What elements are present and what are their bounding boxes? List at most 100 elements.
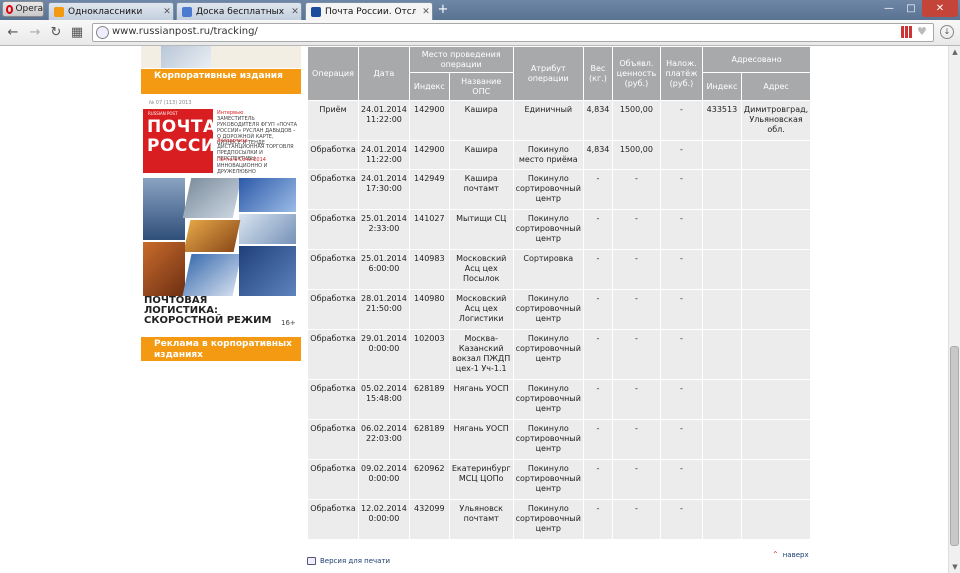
tab-odnoklassniki[interactable]: Одноклассники ✕ xyxy=(48,2,174,20)
cell-weight: 4,834 xyxy=(582,140,613,170)
cell-addr-index xyxy=(701,459,742,500)
page-content: Корпоративные издания № 07 (113) 2013 RU… xyxy=(0,46,948,573)
address-bar[interactable]: www.russianpost.ru/tracking/ ♥ xyxy=(92,23,934,42)
cell-date: 06.02.2014 22:03:00 xyxy=(358,419,410,460)
cell-attribute: Сортировка xyxy=(512,249,584,290)
cell-operation: Обработка xyxy=(307,329,359,380)
cell-address xyxy=(740,249,812,290)
scrollbar-thumb[interactable] xyxy=(950,346,959,546)
sidebar-top-banner xyxy=(141,46,301,68)
cell-operation: Обработка xyxy=(307,499,359,540)
russianpost-favicon-icon xyxy=(311,6,321,17)
cell-attribute: Покинуло сортировочный центр xyxy=(512,379,584,420)
header-date: Дата xyxy=(358,46,410,101)
cell-date: 05.02.2014 15:48:00 xyxy=(358,379,410,420)
forward-icon[interactable]: → xyxy=(26,24,44,42)
back-icon[interactable]: ← xyxy=(4,24,22,42)
cell-weight: - xyxy=(582,499,613,540)
scroll-down-icon[interactable]: ▼ xyxy=(949,561,960,573)
cell-address xyxy=(740,289,812,330)
cell-cod: - xyxy=(659,209,703,250)
cell-operation: Обработка xyxy=(307,289,359,330)
cell-address xyxy=(740,140,812,170)
cell-weight: - xyxy=(582,329,613,380)
magazine-logo-block: RUSSIAN POST ПОЧТА РОССИИ xyxy=(143,109,230,173)
cell-declared-value: - xyxy=(611,169,661,210)
tab-close-icon[interactable]: ✕ xyxy=(289,7,301,17)
tracking-table: Операция Дата Место проведения операции … xyxy=(307,46,812,540)
cell-cod: - xyxy=(659,169,703,210)
window-close-icon[interactable]: ✕ xyxy=(922,0,958,17)
cell-index: 102003 xyxy=(408,329,450,380)
sidebar: Корпоративные издания № 07 (113) 2013 RU… xyxy=(141,46,301,376)
tab-russianpost[interactable]: Почта России. Отслежива ✕ xyxy=(305,2,433,20)
table-row: Обработка 12.02.2014 0:00:00 432099 Ульянов… xyxy=(307,499,812,540)
table-row: Обработка 24.01.2014 17:30:00 142949 Кашира… xyxy=(307,169,812,210)
reload-icon[interactable]: ↻ xyxy=(47,24,65,42)
cell-declared-value: - xyxy=(611,329,661,380)
back-to-top-link[interactable]: ⌃ наверх xyxy=(772,550,809,559)
cell-cod: - xyxy=(659,419,703,460)
tab-close-icon[interactable]: ✕ xyxy=(161,7,173,17)
corporate-ads-link[interactable]: Реклама в корпоративных изданиях xyxy=(141,337,301,361)
cell-addr-index xyxy=(701,379,742,420)
cell-addr-index xyxy=(701,140,742,170)
minimize-icon[interactable]: — xyxy=(878,0,900,17)
cell-ops-name: Кашира xyxy=(448,100,514,141)
new-tab-button[interactable]: + xyxy=(436,3,450,17)
url-text[interactable]: www.russianpost.ru/tracking/ xyxy=(112,26,258,37)
header-addr-index: Индекс xyxy=(701,72,742,101)
magazine-issue: № 07 (113) 2013 xyxy=(149,100,192,106)
print-version-link[interactable]: Версия для печати xyxy=(307,557,390,565)
cell-index: 141027 xyxy=(408,209,450,250)
cell-declared-value: 1500,00 xyxy=(611,100,661,141)
cell-declared-value: - xyxy=(611,459,661,500)
cell-ops-name: Кашира xyxy=(448,140,514,170)
cell-weight: - xyxy=(582,209,613,250)
download-icon[interactable]: ↓ xyxy=(940,25,954,39)
speed-dial-icon[interactable]: ▦ xyxy=(68,24,86,42)
opera-menu-label: Opera xyxy=(15,4,43,14)
opera-menu-button[interactable]: Opera xyxy=(2,1,44,17)
corporate-publications-link[interactable]: Корпоративные издания xyxy=(141,69,301,94)
page-scrollbar[interactable]: ▲ ▼ xyxy=(948,46,960,573)
cell-weight: - xyxy=(582,249,613,290)
cell-weight: 4,834 xyxy=(582,100,613,141)
cell-index: 628189 xyxy=(408,379,450,420)
table-row: Обработка 29.01.2014 0:00:00 102003 Москва-… xyxy=(307,329,812,380)
cell-operation: Обработка xyxy=(307,169,359,210)
cell-declared-value: - xyxy=(611,249,661,290)
cell-weight: - xyxy=(582,169,613,210)
cell-date: 25.01.2014 2:33:00 xyxy=(358,209,410,250)
magazine-small-title: RUSSIAN POST xyxy=(148,111,178,116)
cell-date: 24.01.2014 11:22:00 xyxy=(358,100,410,141)
cell-attribute: Покинуло сортировочный центр xyxy=(512,289,584,330)
cell-date: 24.01.2014 17:30:00 xyxy=(358,169,410,210)
cell-declared-value: - xyxy=(611,499,661,540)
cell-attribute: Покинуло сортировочный центр xyxy=(512,329,584,380)
cell-addr-index xyxy=(701,499,742,540)
bookmark-heart-icon[interactable]: ♥ xyxy=(917,26,929,38)
up-arrow-icon: ⌃ xyxy=(772,550,779,559)
cell-cod: - xyxy=(659,289,703,330)
cell-ops-name: Мытищи СЦ xyxy=(448,209,514,250)
header-declared-value: Объявл. ценность (руб.) xyxy=(611,46,661,101)
maximize-icon[interactable]: □ xyxy=(900,0,922,17)
extension-icon[interactable] xyxy=(901,26,913,38)
cell-attribute: Покинуло сортировочный центр xyxy=(512,209,584,250)
header-operation: Операция xyxy=(307,46,359,101)
cell-index: 620962 xyxy=(408,459,450,500)
cell-ops-name: Москва-Казанский вокзал ПЖДП цех-1 Уч-1.… xyxy=(448,329,514,380)
scroll-up-icon[interactable]: ▲ xyxy=(949,46,960,58)
magazine-photo-collage xyxy=(143,178,296,296)
tab-avito[interactable]: Доска бесплатных объявле ✕ xyxy=(176,2,302,20)
tab-close-icon[interactable]: ✕ xyxy=(420,7,432,17)
cell-ops-name: Екатеринбург МСЦ ЦОПо xyxy=(448,459,514,500)
cell-declared-value: - xyxy=(611,419,661,460)
cell-addr-index xyxy=(701,169,742,210)
cell-cod: - xyxy=(659,459,703,500)
cell-address: Димитровград, Ульяновская обл. xyxy=(740,100,812,141)
cell-weight: - xyxy=(582,379,613,420)
magazine-cover[interactable]: № 07 (113) 2013 RUSSIAN POST ПОЧТА РОССИ… xyxy=(141,100,301,332)
magazine-headline: ПОЧТОВАЯ ЛОГИСТИКА: СКОРОСТНОЙ РЕЖИМ xyxy=(144,295,272,326)
